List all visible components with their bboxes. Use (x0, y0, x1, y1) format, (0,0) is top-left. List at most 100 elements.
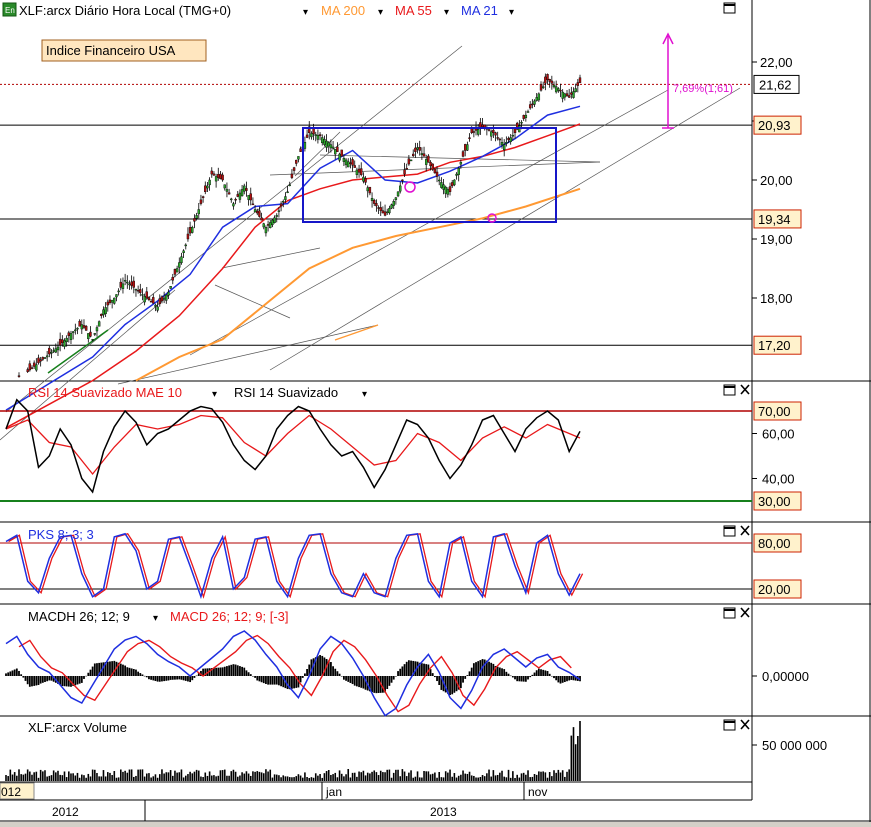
volume-bar (377, 775, 380, 781)
volume-bar (163, 773, 165, 781)
ma55-dropdown-icon[interactable]: ▾ (444, 7, 449, 18)
volume-bar (278, 775, 280, 781)
macd-histogram-bar (254, 676, 256, 678)
macd-histogram-bar (401, 666, 404, 676)
macd-histogram-bar (258, 676, 261, 682)
candle-body (448, 186, 452, 192)
candle-body (249, 193, 252, 201)
candle-body (444, 186, 447, 194)
macd-histogram-bar (535, 670, 538, 676)
ma55-legend[interactable]: MA 55 (395, 3, 432, 18)
macd-title[interactable]: MACD 26; 12; 9; [-3] (170, 609, 289, 624)
candle-body (351, 159, 354, 166)
pks-title[interactable]: PKS 8; 3; 3 (28, 527, 94, 542)
macd-histogram-bar (299, 676, 302, 683)
candle-body (364, 178, 367, 183)
candle-body (392, 201, 395, 206)
macd-histogram-bar (80, 676, 83, 683)
year-label-2013: 2013 (430, 805, 457, 819)
projection-label: 7,69%(1;61) (673, 83, 733, 95)
candle-body (286, 191, 289, 194)
macd-histogram-bar (7, 672, 10, 676)
rsi-title-2[interactable]: RSI 14 Suavizado (234, 385, 338, 400)
volume-bar (533, 774, 536, 781)
ma200-legend[interactable]: MA 200 (321, 3, 365, 18)
rsi-level-label-1: 30,00 (758, 494, 791, 509)
volume-bar (382, 772, 384, 781)
volume-bar (529, 777, 531, 781)
candle-body (65, 337, 68, 343)
macd-histogram-bar (182, 676, 185, 681)
ma200-dropdown-icon[interactable]: ▾ (378, 7, 383, 18)
volume-bar (336, 777, 339, 781)
candle-body (232, 203, 235, 207)
macd-histogram-bar (18, 670, 20, 676)
macd-histogram-bar (353, 676, 356, 686)
candle-body (451, 182, 454, 187)
volume-bar (252, 771, 254, 781)
volume-bar (457, 775, 460, 781)
macd-histogram-bar (228, 665, 231, 676)
symbol-chart-icon-glyph: En (5, 6, 15, 15)
candle-body (217, 174, 220, 178)
macd-histogram-bar (375, 676, 378, 694)
macd-histogram-bar (358, 676, 360, 688)
rsi-dropdown-icon-1[interactable]: ▾ (212, 389, 217, 400)
candle-body (431, 163, 434, 170)
rsi-dropdown-icon-2[interactable]: ▾ (362, 389, 367, 400)
candle-body (329, 144, 333, 149)
candle-body (425, 159, 428, 165)
candle-body (338, 153, 341, 161)
candle-body (245, 188, 248, 191)
macd-histogram-bar (520, 676, 523, 682)
ma21-legend[interactable]: MA 21 (461, 3, 498, 18)
candle-body (310, 133, 313, 138)
candle-body (43, 357, 47, 359)
volume-bar (241, 772, 243, 781)
candle-body (476, 129, 480, 135)
volume-bar (141, 769, 144, 781)
candle-body (236, 194, 239, 197)
macd-histogram-bar (119, 663, 122, 676)
symbol-dropdown-icon[interactable]: ▾ (303, 7, 308, 18)
macdh-dropdown-icon[interactable]: ▾ (153, 613, 158, 624)
volume-bar (451, 776, 454, 781)
macd-histogram-bar (152, 676, 155, 681)
macd-histogram-bar (317, 656, 319, 676)
volume-bar (117, 777, 120, 781)
macd-histogram-bar (78, 676, 81, 684)
candle-body (505, 142, 508, 144)
candle-body (28, 363, 32, 371)
candle-body (230, 198, 233, 201)
macd-histogram-bar (215, 667, 218, 676)
volume-title[interactable]: XLF:arcx Volume (28, 720, 127, 735)
candle-body (416, 147, 419, 150)
volume-bar (193, 771, 196, 781)
candle-body (290, 173, 294, 178)
macd-histogram-bar (410, 660, 412, 676)
candle-body (266, 224, 270, 226)
candle-body (169, 286, 172, 289)
ma21-dropdown-icon[interactable]: ▾ (509, 7, 514, 18)
volume-bar (540, 771, 542, 781)
volume-bar (191, 773, 194, 781)
candle-body (95, 327, 99, 332)
volume-bar (412, 777, 415, 781)
symbol-title[interactable]: XLF:arcx Diário Hora Local (TMG+0) (19, 3, 231, 18)
macd-histogram-bar (343, 676, 345, 680)
candle-body (258, 210, 261, 217)
volume-bar (304, 772, 306, 781)
volume-bar (429, 774, 432, 781)
macd-histogram-bar (483, 659, 486, 676)
macd-histogram-bar (219, 667, 222, 676)
rsi-title-1[interactable]: RSI 14 Suavizado MAE 10 (28, 385, 182, 400)
candle-body (498, 138, 502, 141)
volume-bar (284, 776, 287, 781)
macdh-title[interactable]: MACDH 26; 12; 9 (28, 609, 130, 624)
month-label-nov: nov (528, 785, 547, 799)
candle-body (91, 339, 94, 341)
macd-histogram-bar (351, 676, 354, 685)
candle-body (427, 155, 430, 163)
candle-body (145, 291, 148, 299)
macd-histogram-bar (336, 671, 339, 676)
